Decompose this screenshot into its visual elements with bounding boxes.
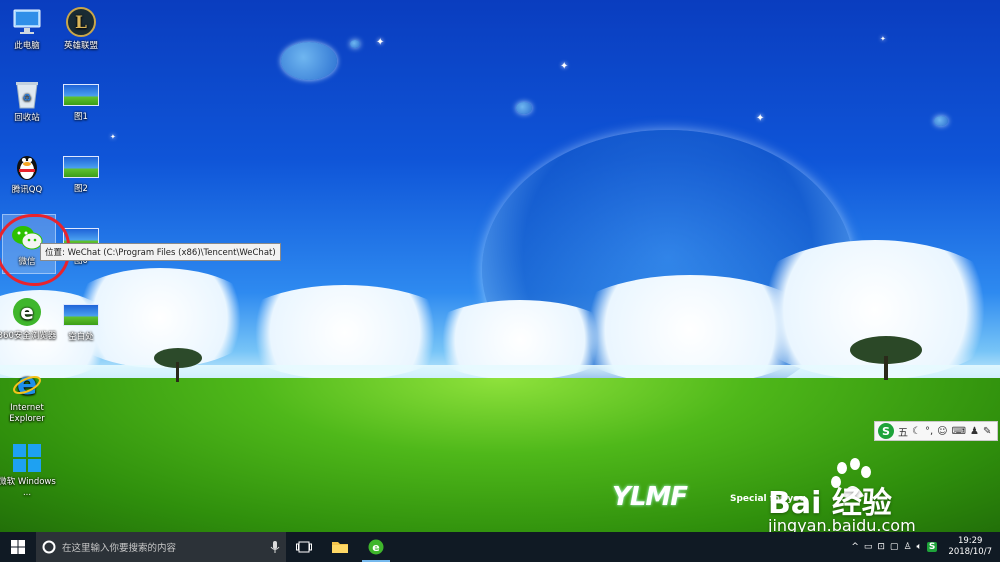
recycle-bin-icon: ♻	[11, 78, 43, 110]
svg-text:e: e	[372, 541, 379, 554]
icon-label: 此电脑	[14, 41, 40, 51]
icon-label: Internet Explorer	[9, 403, 45, 424]
ime-mode-label[interactable]: 五	[898, 424, 908, 439]
desktop-icon-image-1[interactable]: 图1	[51, 78, 111, 123]
wrench-icon[interactable]: ✎	[983, 426, 991, 437]
sogou-ime-logo-icon[interactable]: S	[878, 423, 894, 439]
taskbar-search-box[interactable]: 在这里输入你要搜索的内容	[36, 532, 286, 562]
wallpaper-moon	[281, 42, 337, 80]
icon-label: 空白处	[68, 332, 94, 342]
wallpaper-moon	[934, 116, 948, 126]
tree	[850, 336, 922, 380]
360-browser-icon: e	[11, 296, 43, 328]
icon-label: 360安全浏览器	[0, 331, 57, 341]
desktop-icon-360-browser[interactable]: e 360安全浏览器	[0, 296, 57, 342]
image-thumbnail-icon	[63, 304, 99, 326]
windows-start-icon	[11, 540, 25, 554]
cortana-circle-icon	[42, 540, 56, 554]
system-tray: ^ ▭ ⊡ ▢ ♙ 🔈︎ S 19:29 2018/10/7	[851, 532, 1000, 562]
desktop[interactable]: ✦ ✦ ✦ ✦ ✦ 此电脑 L 英雄联盟 ♻ 回收站 图1 腾讯QQ 图2 微信…	[0, 0, 1000, 532]
svg-text:♻: ♻	[23, 93, 32, 104]
svg-text:L: L	[75, 13, 87, 33]
folder-icon	[332, 542, 348, 553]
chevron-up-icon[interactable]: ^	[851, 542, 859, 552]
clock-date: 2018/10/7	[948, 547, 992, 557]
wechat-location-tooltip: 位置: WeChat (C:\Program Files (x86)\Tence…	[40, 243, 281, 261]
internet-explorer-icon: e	[11, 368, 43, 400]
image-thumbnail-icon	[63, 156, 99, 178]
windows-logo-icon	[11, 442, 43, 474]
clock-time: 19:29	[957, 536, 983, 546]
user-icon[interactable]: ♟	[970, 426, 979, 437]
svg-text:e: e	[17, 369, 37, 399]
taskbar-file-explorer[interactable]	[322, 532, 358, 562]
emoji-icon[interactable]: ☺	[937, 426, 947, 437]
desktop-icon-qq[interactable]: 腾讯QQ	[0, 150, 57, 196]
battery-icon[interactable]: ▭	[864, 542, 873, 552]
360-browser-icon: e	[368, 539, 384, 555]
wallpaper-star: ✦	[880, 35, 886, 43]
punctuation-icon[interactable]: °,	[925, 426, 933, 437]
monitor-icon[interactable]: ▢	[890, 542, 899, 552]
network-icon[interactable]: ⊡	[877, 542, 885, 552]
wallpaper-moon	[350, 40, 360, 48]
computer-icon	[11, 6, 43, 38]
tray-app-icon[interactable]: ♙	[903, 542, 911, 552]
icon-label: 英雄联盟	[63, 41, 98, 51]
wallpaper-star: ✦	[110, 133, 116, 141]
wallpaper-star: ✦	[376, 37, 385, 48]
desktop-icon-league-of-legends[interactable]: L 英雄联盟	[51, 6, 111, 52]
desktop-icon-recycle-bin[interactable]: ♻ 回收站	[0, 78, 57, 124]
ylmf-logo: YLMF	[612, 482, 688, 512]
search-placeholder: 在这里输入你要搜索的内容	[62, 543, 177, 554]
icon-label: 图2	[74, 184, 88, 194]
icon-label: 回收站	[14, 113, 40, 123]
baidu-jingyan-url: jingyan.baidu.com	[768, 516, 916, 532]
desktop-icon-windows[interactable]: 微软 Windows ...	[0, 442, 57, 499]
ime-toolbar[interactable]: S 五 ☾ °, ☺ ⌨ ♟ ✎	[874, 421, 998, 441]
task-view-button[interactable]	[286, 532, 322, 562]
taskbar-360-browser[interactable]: e	[358, 532, 394, 562]
wallpaper-moon	[516, 102, 532, 114]
tree	[154, 348, 202, 382]
svg-text:e: e	[20, 300, 34, 324]
desktop-icon-internet-explorer[interactable]: e Internet Explorer	[0, 368, 57, 425]
task-view-icon	[296, 541, 312, 553]
microphone-icon[interactable]	[270, 540, 280, 554]
taskbar-clock[interactable]: 19:29 2018/10/7	[948, 536, 992, 558]
moon-icon[interactable]: ☾	[912, 426, 921, 437]
icon-label: 腾讯QQ	[11, 185, 43, 195]
desktop-icon-image-2[interactable]: 图2	[51, 150, 111, 195]
qq-penguin-icon	[11, 150, 43, 182]
taskbar: 在这里输入你要搜索的内容 e ^ ▭ ⊡ ▢ ♙ 🔈︎ S 19:29 2018…	[0, 532, 1000, 562]
keyboard-icon[interactable]: ⌨	[952, 426, 966, 437]
desktop-icon-blank[interactable]: 空白处	[51, 298, 111, 343]
league-of-legends-icon: L	[65, 6, 97, 38]
volume-icon[interactable]: 🔈︎	[917, 542, 922, 552]
sogou-ime-tray-icon[interactable]: S	[926, 542, 938, 552]
start-button[interactable]	[0, 532, 36, 562]
wallpaper-star: ✦	[756, 113, 765, 124]
image-thumbnail-icon	[63, 84, 99, 106]
wallpaper-star: ✦	[560, 61, 569, 72]
icon-label: 图1	[74, 112, 88, 122]
desktop-icon-this-pc[interactable]: 此电脑	[0, 6, 57, 52]
icon-label: 微软 Windows ...	[0, 477, 56, 498]
